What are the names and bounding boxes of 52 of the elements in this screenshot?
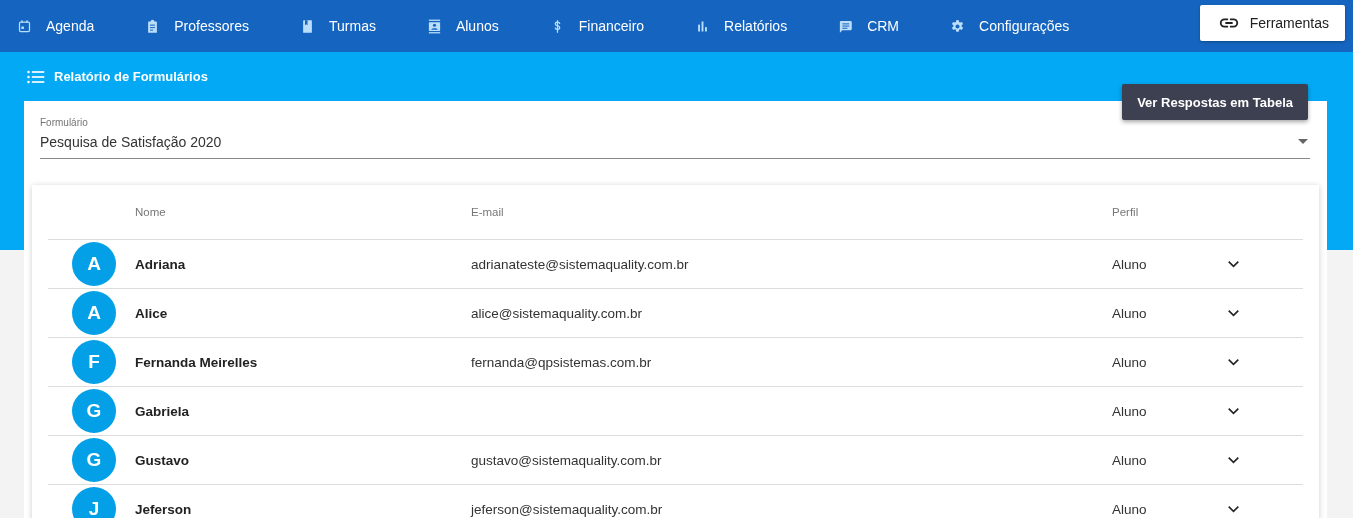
profile-cell-text: Aluno xyxy=(1112,501,1148,517)
column-header: E-mail xyxy=(471,206,505,218)
nav-link[interactable]: Agenda xyxy=(17,18,95,34)
nav-link[interactable]: Alunos xyxy=(426,18,499,34)
page-title: Relatório de Formulários xyxy=(54,69,208,84)
avatar: G xyxy=(72,438,116,482)
email-cell-text: adrianateste@sistemaquality.com.br xyxy=(471,256,690,272)
name-cell-text: Gustavo xyxy=(135,452,190,468)
avatar: J xyxy=(72,487,116,518)
profile-cell-text: Aluno xyxy=(1112,403,1148,419)
nav-link[interactable]: CRM xyxy=(838,18,900,34)
chevron-down-icon[interactable] xyxy=(1227,505,1240,513)
column-header: Nome xyxy=(135,206,167,218)
form-select[interactable]: Formulário Pesquisa de Satisfação 2020 xyxy=(40,117,1310,159)
chevron-down-icon[interactable] xyxy=(1227,456,1240,464)
tools-button[interactable]: Ferramentas xyxy=(1199,4,1345,41)
profile-cell-text: Aluno xyxy=(1112,305,1148,321)
book-icon xyxy=(300,18,315,34)
select-value: Pesquisa de Satisfação 2020 xyxy=(40,134,222,150)
avatar: A xyxy=(72,242,116,286)
profile-cell-text: Aluno xyxy=(1112,354,1148,370)
select-label: Formulário xyxy=(40,117,89,128)
email-cell-text: alice@sistemaquality.com.br xyxy=(471,305,643,321)
chat-icon xyxy=(838,18,854,34)
email-cell-text: fernanda@qpsistemas.com.br xyxy=(471,354,653,370)
name-cell-text: Alice xyxy=(135,305,169,321)
column-header: Perfil xyxy=(1112,206,1140,218)
chevron-down-icon[interactable] xyxy=(1227,407,1240,415)
avatar: F xyxy=(72,340,116,384)
calendar-icon xyxy=(17,18,32,34)
email-cell-text: gustavo@sistemaquality.com.br xyxy=(471,452,663,468)
view-table-button[interactable]: Ver Respostas em Tabela xyxy=(1122,84,1308,120)
settings-icon xyxy=(950,18,966,34)
email-cell-text: jeferson@sistemaquality.com.br xyxy=(471,501,664,517)
nav-link[interactable]: Professores xyxy=(145,18,249,34)
avatar: G xyxy=(72,389,116,433)
nav-link[interactable]: Turmas xyxy=(300,18,376,34)
name-cell-text: Adriana xyxy=(135,256,187,272)
contact-card-icon xyxy=(426,18,442,34)
chevron-down-icon[interactable] xyxy=(1227,309,1240,317)
name-cell-text: Fernanda Meirelles xyxy=(135,354,259,370)
nav-link[interactable]: Configurações xyxy=(950,18,1070,34)
avatar: A xyxy=(72,291,116,335)
chevron-down-icon[interactable] xyxy=(1227,260,1240,268)
name-cell-text: Gabriela xyxy=(135,403,191,419)
dropdown-arrow-icon xyxy=(1298,139,1308,144)
nav-link[interactable]: Financeiro xyxy=(549,18,645,34)
profile-cell-text: Aluno xyxy=(1112,256,1148,272)
name-cell-text: Jeferson xyxy=(135,501,193,517)
nav-link[interactable]: Relatórios xyxy=(695,18,788,34)
chevron-down-icon[interactable] xyxy=(1227,358,1240,366)
profile-cell-text: Aluno xyxy=(1112,452,1148,468)
